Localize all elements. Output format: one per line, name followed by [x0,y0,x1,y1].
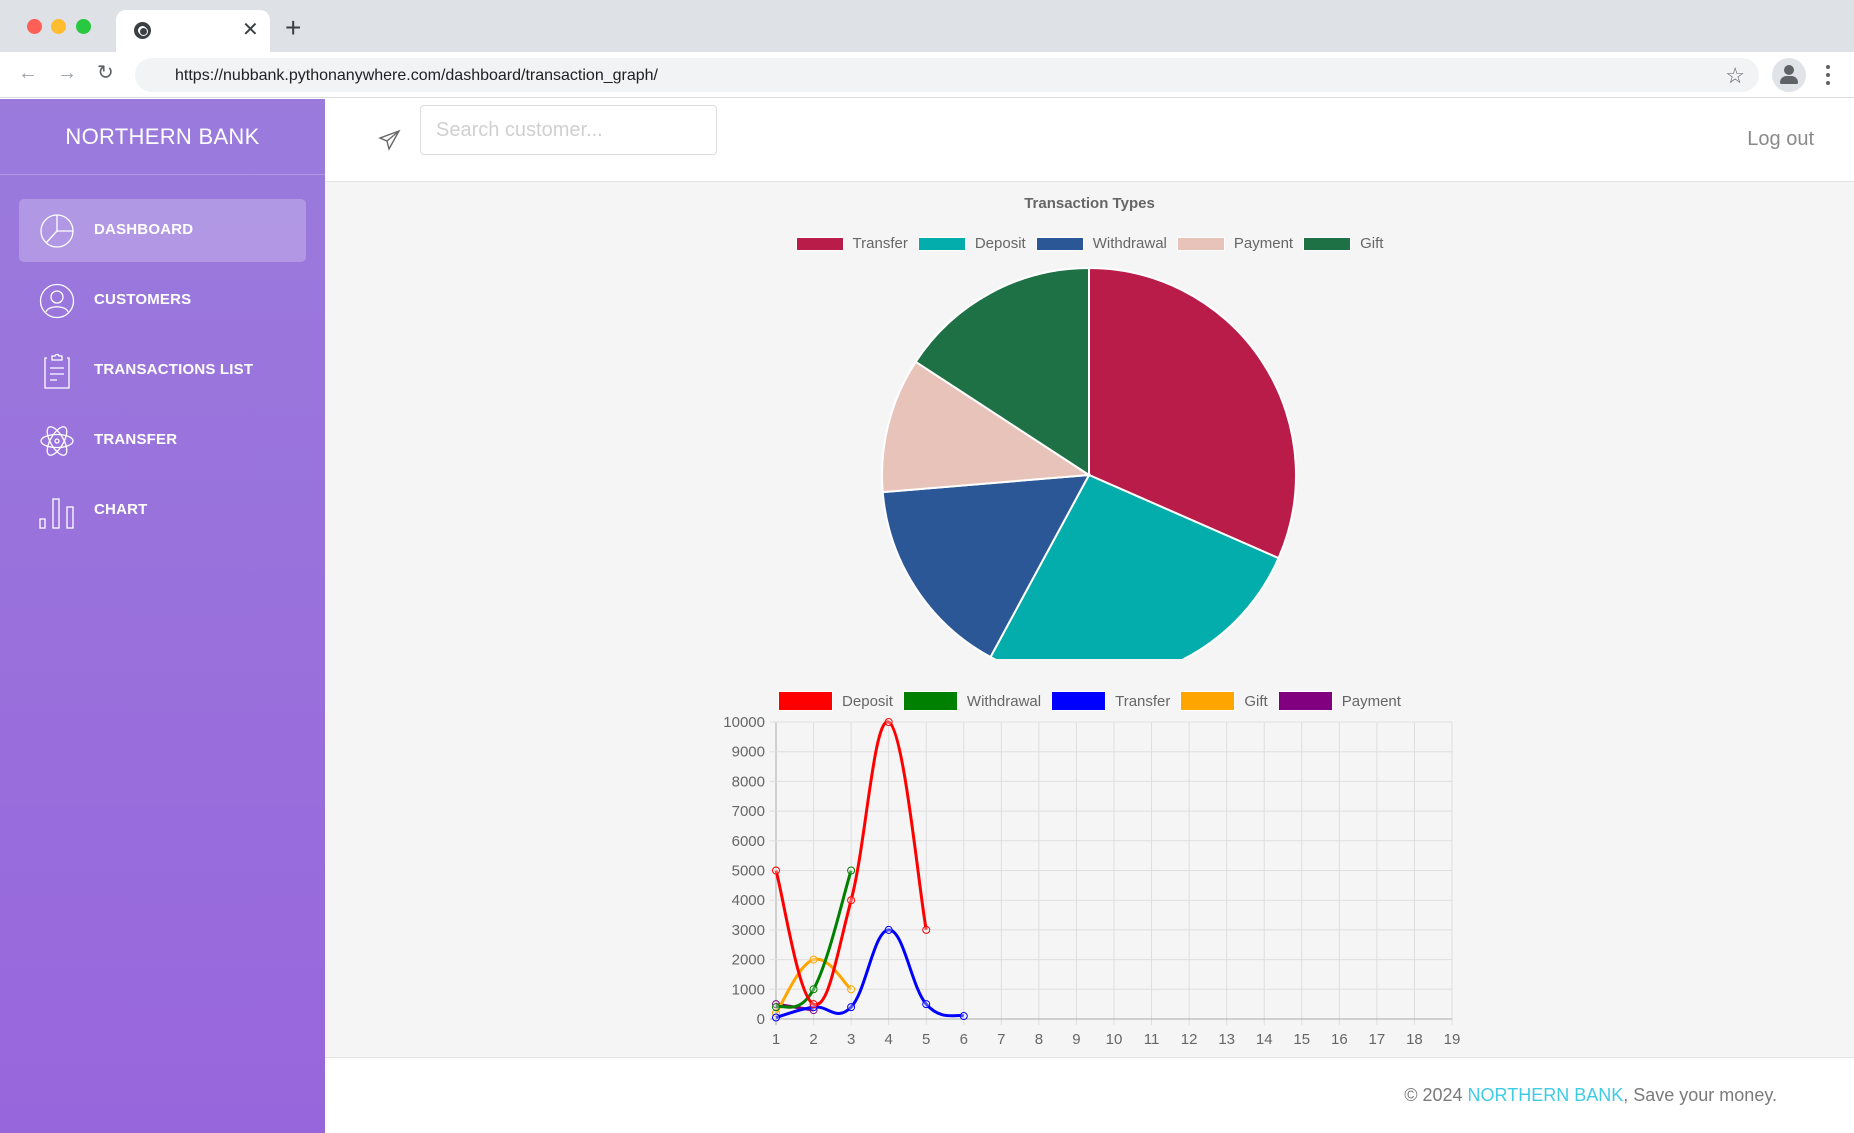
data-point-withdrawal[interactable] [772,1003,780,1012]
sidebar-item-transfer[interactable]: TRANSFER [19,409,306,472]
data-point-transfer[interactable] [847,1003,856,1012]
x-tick-label: 5 [922,1031,930,1048]
profile-avatar-icon[interactable] [1772,58,1806,92]
sidebar-item-customers[interactable]: CUSTOMERS [19,269,306,332]
data-point-gift[interactable] [809,955,818,964]
footer-brand-link[interactable]: NORTHERN BANK [1468,1085,1624,1105]
x-tick-label: 16 [1331,1031,1348,1048]
tab-close-icon[interactable]: ✕ [242,20,259,40]
y-tick-label: 1000 [732,981,765,998]
clipboard-icon [44,353,70,389]
bookmark-star-icon[interactable]: ☆ [1725,63,1745,89]
sidebar-item-label: TRANSFER [94,431,178,448]
window-maximize-button[interactable] [76,19,91,34]
x-tick-label: 8 [1035,1031,1043,1048]
x-tick-label: 10 [1106,1031,1123,1048]
x-tick-label: 15 [1293,1031,1310,1048]
footer-tagline: , Save your money. [1623,1085,1777,1105]
sidebar-menu: DASHBOARD CUSTOMERS TRANSACTIONS LIST TR… [0,175,325,542]
data-point-deposit[interactable] [922,925,931,934]
data-point-gift[interactable] [847,985,856,994]
line-series-transfer [775,928,965,1019]
sidebar-item-label: CUSTOMERS [94,291,192,308]
browser-toolbar: ← → ↻ https://nubbank.pythonanywhere.com… [0,52,1854,98]
x-tick-label: 9 [1072,1031,1080,1048]
y-tick-label: 7000 [732,803,765,820]
data-point-deposit[interactable] [884,718,893,726]
data-point-withdrawal[interactable] [847,866,856,875]
data-point-transfer[interactable] [959,1012,968,1021]
data-point-withdrawal[interactable] [809,985,818,994]
y-tick-label: 4000 [732,892,765,909]
sidebar-item-chart[interactable]: CHART [19,479,306,542]
y-tick-label: 8000 [732,773,765,790]
main-content: Log out Transaction Types TransferDeposi… [325,99,1854,1133]
address-bar[interactable]: https://nubbank.pythonanywhere.com/dashb… [135,58,1759,92]
x-tick-label: 17 [1369,1031,1386,1048]
chrome-icon [134,22,151,39]
data-point-transfer[interactable] [884,925,893,934]
sidebar-item-dashboard[interactable]: DASHBOARD [19,199,306,262]
back-arrow-icon[interactable]: ← [18,62,38,84]
reload-icon[interactable]: ↻ [97,62,114,84]
copyright-text: © 2024 [1404,1085,1468,1105]
sidebar-item-label: CHART [94,501,148,518]
atom-icon [40,426,74,456]
y-tick-label: 9000 [732,744,765,761]
x-tick-label: 7 [997,1031,1005,1048]
x-tick-label: 1 [772,1031,780,1048]
bar-chart-icon [39,498,74,529]
y-tick-label: 5000 [732,863,765,880]
x-tick-label: 6 [960,1031,968,1048]
x-tick-label: 19 [1444,1031,1461,1048]
y-tick-label: 10000 [723,714,765,731]
forward-arrow-icon[interactable]: → [57,62,77,84]
sidebar-item-label: TRANSACTIONS LIST [94,361,254,378]
url-text[interactable]: https://nubbank.pythonanywhere.com/dashb… [175,67,658,85]
sidebar-item-transactions-list[interactable]: TRANSACTIONS LIST [19,339,306,402]
y-tick-label: 0 [757,1011,765,1028]
pie-chart-icon [40,214,74,248]
sidebar-item-label: DASHBOARD [94,221,194,238]
data-point-deposit[interactable] [772,866,780,875]
new-tab-button[interactable]: + [285,14,301,42]
y-tick-label: 2000 [732,952,765,969]
x-tick-label: 18 [1406,1031,1423,1048]
window-close-button[interactable] [27,19,42,34]
y-tick-label: 3000 [732,922,765,939]
browser-tab-bar: ✕ + [0,0,1854,52]
footer: © 2024 NORTHERN BANK, Save your money. [325,1057,1854,1133]
data-point-deposit[interactable] [847,896,856,905]
sidebar: NORTHERN BANK DASHBOARD CUSTOMERS TRANSA… [0,99,325,1133]
line-chart: 1 2 3 4 5 6 7 8 9 10 11 12 13 14 15 16 17 18 1901000200030… [723,714,1461,1048]
x-tick-label: 14 [1256,1031,1273,1048]
window-minimize-button[interactable] [51,19,66,34]
data-point-transfer[interactable] [772,1013,780,1022]
footer-text: © 2024 NORTHERN BANK, Save your money. [1404,1085,1777,1106]
x-tick-label: 11 [1144,1031,1160,1048]
x-tick-label: 2 [809,1031,817,1048]
x-tick-label: 13 [1218,1031,1235,1048]
data-point-deposit[interactable] [809,1000,818,1009]
brand-logo[interactable]: NORTHERN BANK [0,99,325,175]
user-icon [39,283,75,319]
x-tick-label: 12 [1181,1031,1198,1048]
browser-tab[interactable]: ✕ [116,10,270,52]
y-tick-label: 6000 [732,833,765,850]
x-tick-label: 3 [847,1031,855,1048]
data-point-transfer[interactable] [922,1000,931,1009]
x-tick-label: 4 [884,1031,892,1048]
browser-menu-icon[interactable] [1818,62,1838,88]
